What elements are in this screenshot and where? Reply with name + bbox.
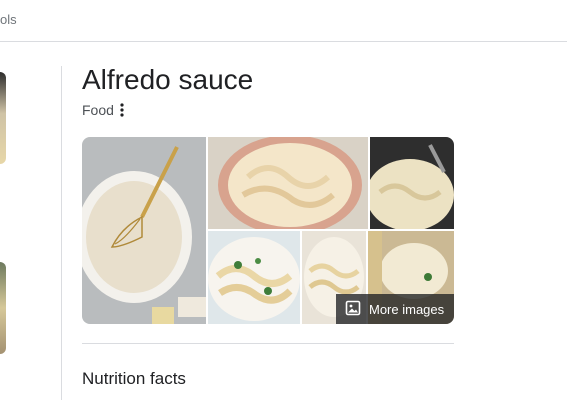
more-options-icon[interactable] [120, 103, 124, 117]
panel-divider [61, 66, 62, 400]
tab-tools[interactable]: ols [0, 12, 17, 27]
more-images-label: More images [369, 301, 445, 317]
section-divider [82, 343, 454, 344]
gallery-image[interactable] [208, 137, 368, 229]
left-result-thumbnail[interactable] [0, 72, 6, 164]
gallery-image[interactable] [370, 137, 454, 229]
gallery-image[interactable] [82, 137, 206, 324]
left-result-thumbnail[interactable] [0, 262, 6, 354]
image-icon [345, 300, 361, 319]
nutrition-facts-heading[interactable]: Nutrition facts [82, 369, 186, 389]
more-images-button[interactable]: More images [336, 294, 454, 324]
entity-title: Alfredo sauce [82, 64, 254, 95]
entity-subtitle: Food [82, 102, 124, 118]
top-navigation-bar: ols [0, 0, 567, 42]
gallery-image[interactable] [208, 231, 300, 324]
entity-category: Food [82, 102, 114, 118]
